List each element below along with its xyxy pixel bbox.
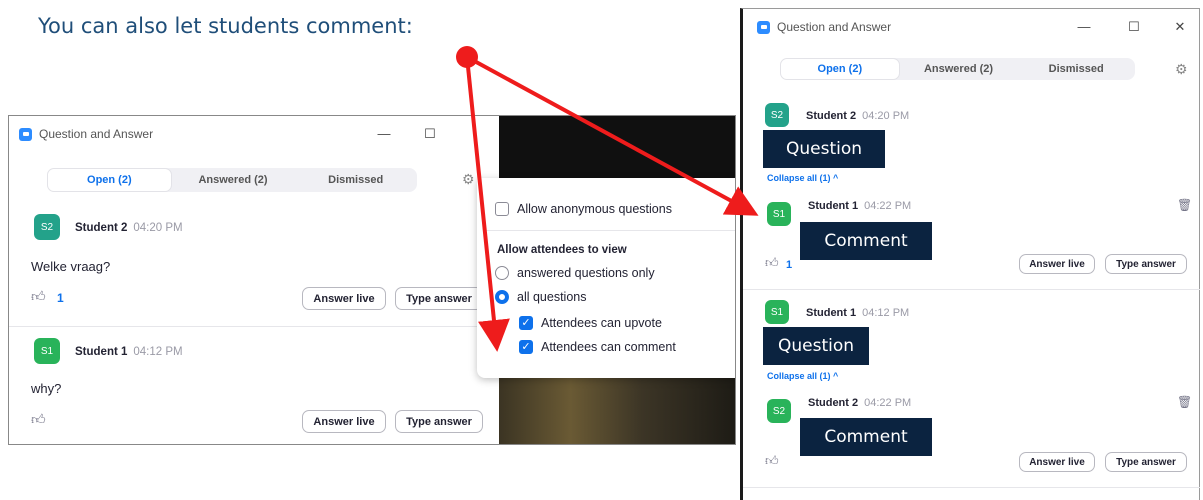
arrow-to-comment-example bbox=[466, 55, 759, 216]
annotation-arrows bbox=[456, 46, 759, 352]
arrow-origin-dot bbox=[456, 46, 478, 68]
arrow-to-comment-setting bbox=[465, 56, 510, 352]
